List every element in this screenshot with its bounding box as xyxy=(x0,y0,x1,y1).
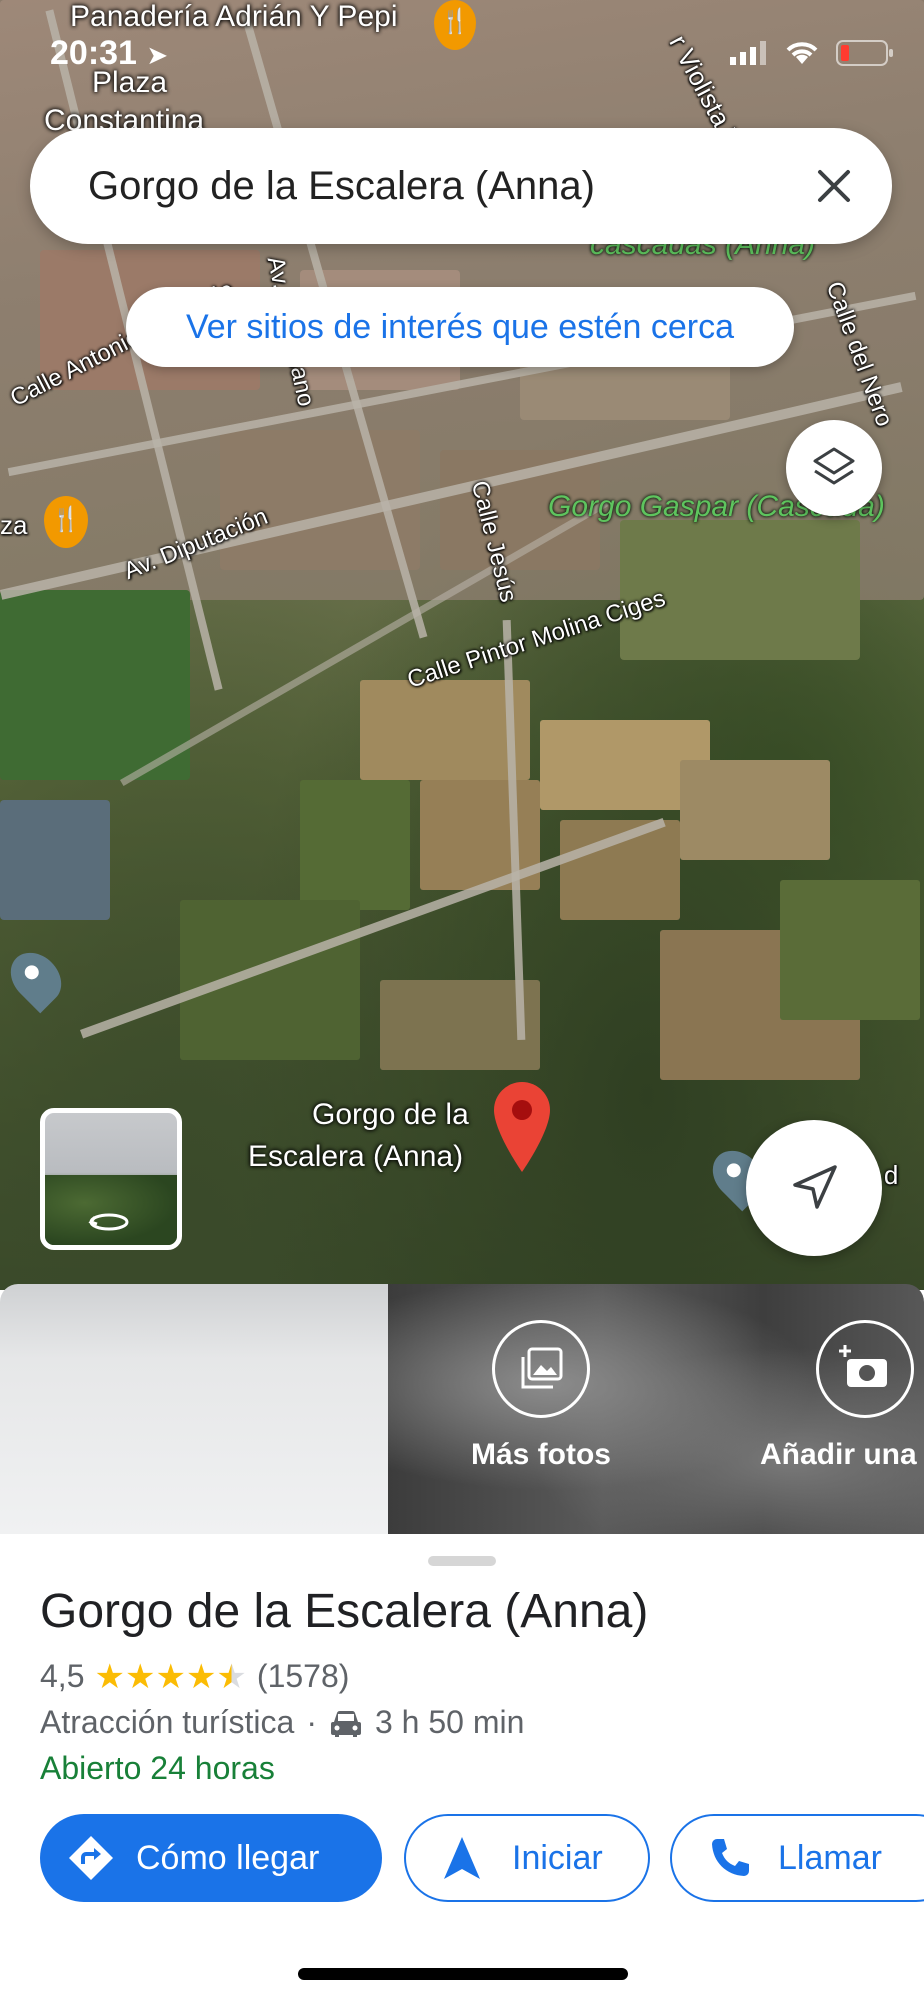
half-star-icon: ★ xyxy=(216,1657,247,1696)
add-photo-icon xyxy=(839,1345,887,1387)
start-label: Iniciar xyxy=(512,1838,603,1877)
drive-time: 3 h 50 min xyxy=(374,1704,525,1740)
place-photo-waterfall[interactable]: Más fotos Añadir una f xyxy=(388,1284,924,1534)
call-label: Llamar xyxy=(778,1838,882,1877)
call-button[interactable]: Llamar xyxy=(670,1814,924,1902)
rating-value: 4,5 xyxy=(40,1658,85,1694)
selected-place-label-line2[interactable]: Escalera (Anna) xyxy=(248,1140,463,1174)
star-icon: ★ xyxy=(94,1657,125,1696)
opening-hours[interactable]: Abierto 24 horas xyxy=(40,1750,275,1787)
rotate-360-icon xyxy=(88,1213,129,1231)
separator-dot: · xyxy=(306,1704,317,1740)
selected-place-pin-icon[interactable] xyxy=(490,1080,554,1172)
signal-icon xyxy=(730,41,766,65)
wifi-icon xyxy=(786,42,818,64)
navigation-icon xyxy=(444,1837,480,1879)
layers-button[interactable] xyxy=(786,420,882,516)
map-label-plaza[interactable]: Plaza xyxy=(92,66,167,100)
sheet-drag-handle[interactable] xyxy=(428,1556,496,1566)
map-label-panaderia[interactable]: Panadería Adrián Y Pepi xyxy=(70,0,397,34)
search-input[interactable]: Gorgo de la Escalera (Anna) xyxy=(88,164,595,209)
directions-button[interactable]: Cómo llegar xyxy=(40,1814,382,1902)
battery-icon xyxy=(836,40,893,66)
navigation-arrow-icon xyxy=(793,1165,837,1209)
star-icon: ★ xyxy=(155,1657,186,1696)
phone-icon xyxy=(712,1839,749,1876)
selected-place-label-line1[interactable]: Gorgo de la xyxy=(312,1098,469,1132)
close-icon[interactable] xyxy=(810,162,858,210)
rating-row[interactable]: 4,5 ★ ★ ★ ★ ★ (1578) xyxy=(40,1658,349,1695)
map-view[interactable]: 20:31 ➤ Panadería Adrián Y Pepi 🍴 Plaza … xyxy=(0,0,924,1290)
layers-icon xyxy=(813,447,855,485)
rating-stars: ★ ★ ★ ★ ★ xyxy=(94,1660,246,1694)
status-icons xyxy=(730,40,894,66)
directions-icon xyxy=(69,1836,113,1880)
nearby-interest-button[interactable]: Ver sitios de interés que estén cerca xyxy=(126,287,794,367)
street-view-thumbnail[interactable] xyxy=(40,1108,182,1250)
my-location-button[interactable] xyxy=(746,1120,882,1256)
directions-label: Cómo llegar xyxy=(136,1838,320,1877)
poi-pin-icon[interactable] xyxy=(0,942,72,1014)
place-details-sheet[interactable]: Gorgo de la Escalera (Anna) 4,5 ★ ★ ★ ★ … xyxy=(0,1534,924,2000)
more-photos-label: Más fotos xyxy=(470,1438,611,1471)
category-row: Atracción turística · 3 h 50 min xyxy=(40,1704,524,1741)
place-title: Gorgo de la Escalera (Anna) xyxy=(40,1585,649,1638)
search-bar[interactable]: Gorgo de la Escalera (Anna) xyxy=(30,128,892,244)
photo-library-icon xyxy=(521,1347,563,1389)
photo-strip[interactable]: Más fotos Añadir una f xyxy=(0,1284,924,1534)
place-category: Atracción turística xyxy=(40,1704,295,1740)
add-photo-label: Añadir una f xyxy=(760,1438,924,1471)
more-photos-button[interactable]: Más fotos xyxy=(466,1320,616,1472)
home-indicator[interactable] xyxy=(298,1968,628,1980)
review-count[interactable]: (1578) xyxy=(257,1658,350,1695)
place-photo[interactable] xyxy=(0,1284,388,1534)
star-icon: ★ xyxy=(124,1657,156,1696)
map-label-za: za xyxy=(0,510,28,540)
star-icon: ★ xyxy=(185,1657,217,1696)
car-icon xyxy=(330,1710,361,1737)
add-photo-button[interactable]: Añadir una f xyxy=(760,1320,924,1472)
start-navigation-button[interactable]: Iniciar xyxy=(404,1814,650,1902)
